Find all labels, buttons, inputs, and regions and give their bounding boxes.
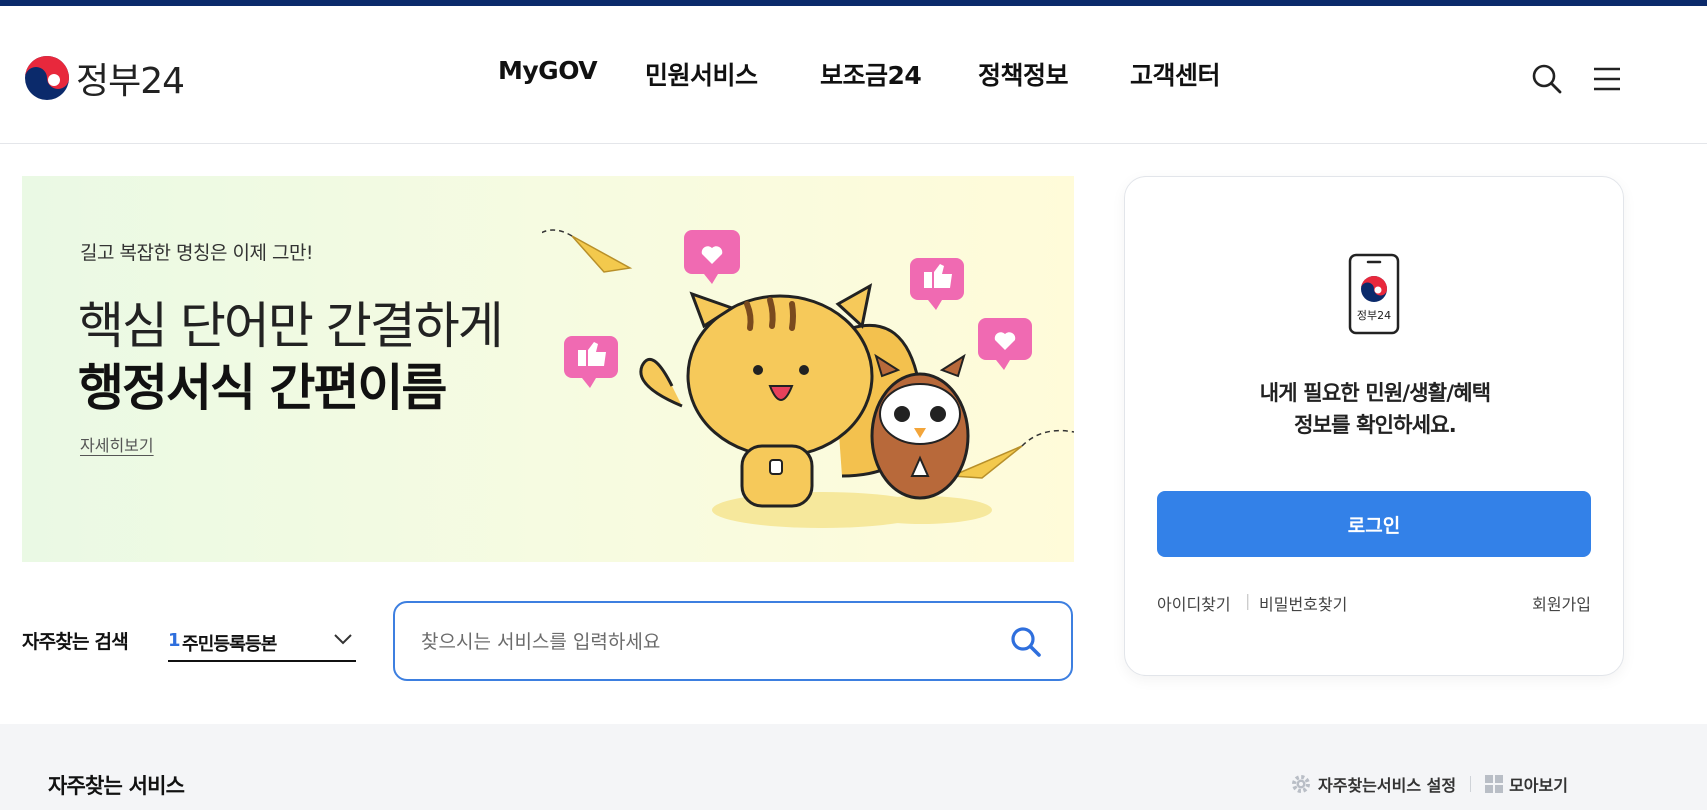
chevron-down-icon [334,634,352,645]
paper-plane-icon [951,429,1074,479]
grid-icon [1485,775,1504,793]
login-message: 내게 필요한 민원/생활/혜택 정보를 확인하세요. [1125,377,1625,441]
frequent-search-label: 자주찾는 검색 [22,631,129,653]
nav-mygov[interactable]: MyGOV [498,56,598,85]
find-id-link[interactable]: 아이디찾기 [1157,591,1231,615]
nav-civil-services[interactable]: 민원서비스 [645,56,758,92]
gear-icon [1292,775,1310,793]
frequent-search-dropdown[interactable]: 1 주민등록등본 [168,624,356,662]
frequent-search-value: 주민등록등본 [182,634,277,655]
login-button[interactable]: 로그인 [1157,491,1591,557]
site-header: 정부24 MyGOV 민원서비스 보조금24 정책정보 고객센터 [0,6,1707,144]
banner-subtitle: 길고 복잡한 명칭은 이제 그만! [80,242,314,264]
heart-bubble-icon [684,230,740,284]
nav-policy-info[interactable]: 정책정보 [978,56,1069,92]
like-bubble-icon [564,336,618,388]
link-separator: | [1245,591,1251,610]
frequent-search-rank: 1 [168,630,181,651]
site-logo[interactable]: 정부24 [24,52,185,104]
frequent-services-settings-button[interactable]: 자주찾는서비스 설정 [1290,772,1456,796]
login-message-line2: 정보를 확인하세요. [1294,413,1457,437]
frequent-services-tools: 자주찾는서비스 설정 모아보기 [1290,772,1568,796]
mobile-app-icon-label: 정부24 [1357,309,1391,322]
frequent-services-settings-label: 자주찾는서비스 설정 [1318,776,1457,795]
service-search-input[interactable] [421,625,981,659]
tools-divider [1470,776,1472,792]
service-search-box [393,601,1073,681]
frequent-services-title: 자주찾는 서비스 [48,774,185,798]
banner-headline-line2: 행정서식 간편이름 [78,359,447,417]
taegeuk-logo-icon [25,56,69,100]
banner-illustration [542,229,1074,528]
like-bubble-icon [910,258,964,310]
promo-banner[interactable]: 길고 복잡한 명칭은 이제 그만! 핵심 단어만 간결하게 행정서식 간편이름 … [22,176,1074,562]
login-panel: 정부24 내게 필요한 민원/생활/혜택 정보를 확인하세요. 로그인 아이디찾… [1124,176,1624,676]
view-all-label: 모아보기 [1509,776,1568,795]
mobile-app-icon: 정부24 [1348,253,1400,335]
nav-customer-center[interactable]: 고객센터 [1130,56,1221,92]
find-password-link[interactable]: 비밀번호찾기 [1259,591,1347,615]
logo-text: 정부24 [76,61,185,102]
nav-subsidy24[interactable]: 보조금24 [820,56,922,92]
frequent-services-section: 자주찾는 서비스 자주찾는서비스 설정 모아보기 [0,724,1707,810]
search-icon[interactable] [1530,62,1564,96]
search-icon[interactable] [1009,625,1043,659]
heart-bubble-icon [978,318,1032,370]
view-all-button[interactable]: 모아보기 [1485,772,1568,796]
hamburger-menu-icon[interactable] [1590,62,1624,96]
signup-link[interactable]: 회원가입 [1532,591,1591,615]
login-message-line1: 내게 필요한 민원/생활/혜택 [1259,381,1491,405]
banner-more-link[interactable]: 자세히보기 [80,432,154,456]
paper-plane-icon [542,229,633,273]
